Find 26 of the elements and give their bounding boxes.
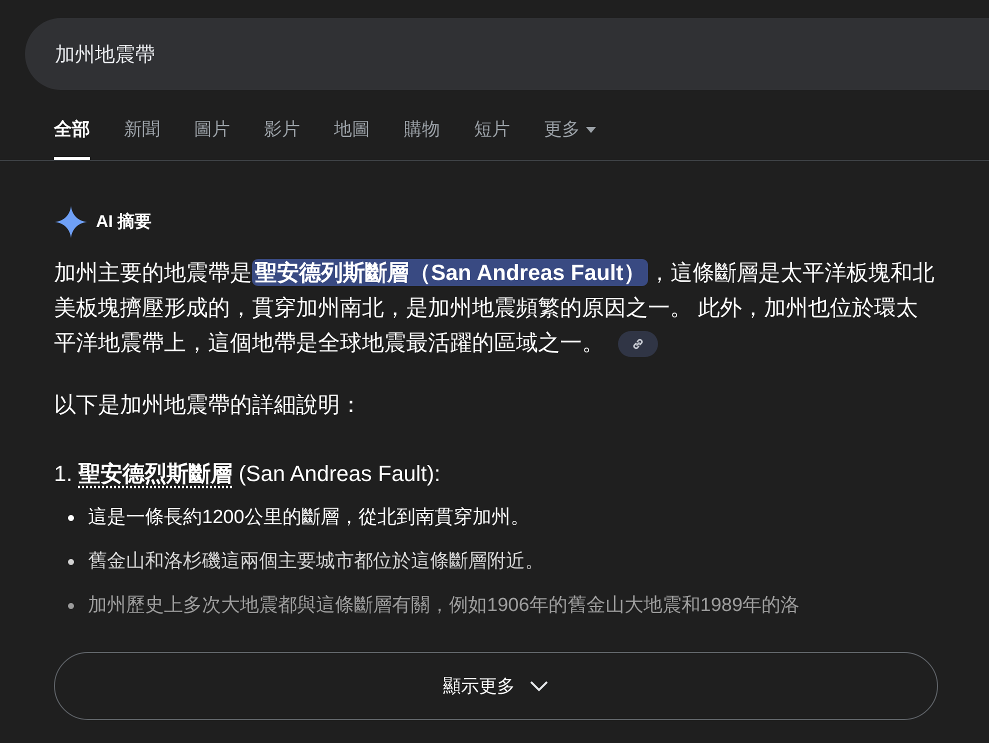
tab[interactable]: 地圖 [334, 112, 370, 160]
show-more-button[interactable]: 顯示更多 [54, 652, 938, 720]
tab[interactable]: 短片 [474, 112, 510, 160]
bullet-dot [68, 559, 74, 565]
chevron-down-icon [529, 680, 549, 692]
tab[interactable]: 圖片 [194, 112, 230, 160]
bullet-dot [68, 515, 74, 521]
ai-overview-title: AI 摘要 [96, 211, 152, 234]
search-field[interactable]: 加州地震帶 [25, 18, 989, 90]
bullet-text: 舊金山和洛杉磯這兩個主要城市都位於這條斷層附近。 [88, 550, 544, 574]
link-button[interactable] [618, 331, 658, 358]
bullet-dot [68, 603, 74, 609]
caret-icon [586, 126, 596, 132]
tab[interactable]: 新聞 [124, 112, 160, 160]
tab[interactable]: 購物 [404, 112, 440, 160]
bullet-text: 這是一條長約1200公里的斷層，從北到南貫穿加州。 [88, 506, 530, 530]
tab[interactable]: 影片 [264, 112, 300, 160]
summary-paragraph: 加州主要的地震帶是聖安德列斯斷層（San Andreas Fault），這條斷層是太平洋板塊和北美板塊擠壓形成的，貫穿加州南北，是加州地震頻繁的原因之一。 此外，加州也位於環太平洋地震帶上，這個地帶是全球地震最活躍的區域之一。 [54, 255, 935, 360]
link-icon [631, 337, 645, 352]
tab[interactable]: 全部 [54, 112, 90, 160]
tab[interactable]: 更多 [544, 112, 596, 160]
section-heading: 1. 聖安德烈斯斷層 (San Andreas Fault): [54, 460, 442, 488]
bullet-text: 加州歷史上多次大地震都與這條斷層有關，例如1906年的舊金山大地震和1989年的洛 [88, 594, 800, 618]
highlighted-link[interactable]: 聖安德列斯斷層（San Andreas Fault） [252, 259, 648, 286]
intro-text: 以下是加州地震帶的詳細說明： [54, 391, 363, 419]
sparkle-icon [54, 205, 88, 239]
